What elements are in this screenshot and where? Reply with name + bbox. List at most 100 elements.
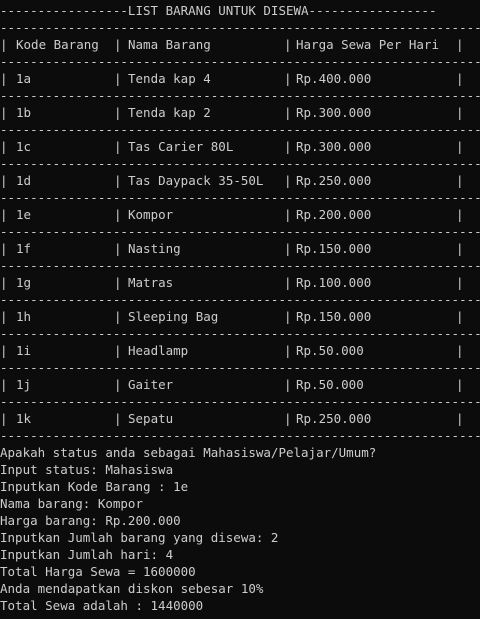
table-row: | 1d | Tas Daypack 35-50L | Rp.250.000 | [0, 172, 480, 189]
table-row: | 1h | Sleeping Bag | Rp.150.000 | [0, 308, 480, 325]
pipe: | [0, 275, 8, 290]
pipe: | [284, 343, 292, 358]
header-kode-barang: Kode Barang [16, 37, 99, 52]
pipe: | [0, 139, 8, 154]
output-line: Harga barang: Rp.200.000 [0, 513, 181, 528]
cell-nama-barang: Sepatu [128, 411, 174, 426]
pipe: | [284, 37, 292, 52]
output-line: Inputkan Kode Barang : 1e [0, 479, 189, 494]
cell-harga-sewa: Rp.300.000 [296, 105, 372, 120]
cell-nama-barang: Tas Carier 80L [128, 139, 234, 154]
cell-harga-sewa: Rp.200.000 [296, 207, 372, 222]
pipe: | [456, 309, 464, 324]
row-separator: ----------------------------------------… [0, 156, 480, 171]
pipe: | [114, 173, 122, 188]
row-separator: ----------------------------------------… [0, 88, 480, 103]
pipe: | [456, 377, 464, 392]
pipe: | [456, 411, 464, 426]
output-line: Total Sewa adalah : 1440000 [0, 598, 204, 613]
pipe: | [456, 71, 464, 86]
pipe: | [114, 275, 122, 290]
table-header-row: | Kode Barang | Nama Barang | Harga Sewa… [0, 36, 480, 53]
pipe: | [284, 241, 292, 256]
pipe: | [114, 343, 122, 358]
pipe: | [456, 173, 464, 188]
cell-kode-barang: 1i [16, 343, 32, 358]
cell-harga-sewa: Rp.250.000 [296, 173, 372, 188]
cell-harga-sewa: Rp.150.000 [296, 309, 372, 324]
cell-kode-barang: 1e [16, 207, 32, 222]
pipe: | [456, 343, 464, 358]
pipe: | [456, 275, 464, 290]
table-row: | 1c | Tas Carier 80L | Rp.300.000 | [0, 138, 480, 155]
cell-harga-sewa: Rp.250.000 [296, 411, 372, 426]
list-title: -----------------LIST BARANG UNTUK DISEW… [0, 3, 437, 18]
cell-kode-barang: 1k [16, 411, 32, 426]
pipe: | [114, 37, 122, 52]
pipe: | [0, 411, 8, 426]
cell-nama-barang: Sleeping Bag [128, 309, 219, 324]
output-line: Total Harga Sewa = 1600000 [0, 564, 196, 579]
console-window[interactable]: -----------------LIST BARANG UNTUK DISEW… [0, 0, 480, 619]
cell-kode-barang: 1j [16, 377, 32, 392]
header-top-separator: ----------------------------------------… [0, 20, 480, 35]
pipe: | [456, 139, 464, 154]
cell-nama-barang: Kompor [128, 207, 174, 222]
pipe: | [0, 309, 8, 324]
pipe: | [0, 207, 8, 222]
cell-harga-sewa: Rp.150.000 [296, 241, 372, 256]
table-row: | 1k | Sepatu | Rp.250.000 | [0, 410, 480, 427]
row-separator: ----------------------------------------… [0, 326, 480, 341]
pipe: | [284, 139, 292, 154]
table-row: | 1e | Kompor | Rp.200.000 | [0, 206, 480, 223]
header-nama-barang: Nama Barang [128, 37, 211, 52]
cell-nama-barang: Tenda kap 2 [128, 105, 211, 120]
pipe: | [284, 275, 292, 290]
pipe: | [456, 105, 464, 120]
cell-kode-barang: 1g [16, 275, 32, 290]
pipe: | [114, 139, 122, 154]
pipe: | [456, 241, 464, 256]
output-line: Anda mendapatkan diskon sebesar 10% [0, 581, 264, 596]
cell-nama-barang: Matras [128, 275, 174, 290]
output-line: Nama barang: Kompor [0, 496, 143, 511]
table-row: | 1i | Headlamp | Rp.50.000 | [0, 342, 480, 359]
pipe: | [0, 241, 8, 256]
pipe: | [114, 207, 122, 222]
cell-kode-barang: 1a [16, 71, 32, 86]
cell-kode-barang: 1f [16, 241, 32, 256]
row-separator: ----------------------------------------… [0, 394, 480, 409]
header-bottom-separator: ----------------------------------------… [0, 54, 480, 69]
cell-harga-sewa: Rp.400.000 [296, 71, 372, 86]
cell-nama-barang: Headlamp [128, 343, 189, 358]
pipe: | [284, 207, 292, 222]
row-separator: ----------------------------------------… [0, 224, 480, 239]
row-separator: ----------------------------------------… [0, 122, 480, 137]
pipe: | [284, 173, 292, 188]
cell-nama-barang: Nasting [128, 241, 181, 256]
pipe: | [284, 309, 292, 324]
pipe: | [0, 71, 8, 86]
output-line: Apakah status anda sebagai Mahasiswa/Pel… [0, 445, 377, 460]
row-separator: ----------------------------------------… [0, 292, 480, 307]
output-line: Inputkan Jumlah hari: 4 [0, 547, 174, 562]
cell-kode-barang: 1b [16, 105, 32, 120]
cell-nama-barang: Gaiter [128, 377, 174, 392]
cell-harga-sewa: Rp.50.000 [296, 377, 364, 392]
cell-kode-barang: 1c [16, 139, 32, 154]
pipe: | [114, 241, 122, 256]
pipe: | [456, 37, 464, 52]
cell-harga-sewa: Rp.100.000 [296, 275, 372, 290]
pipe: | [114, 377, 122, 392]
pipe: | [284, 105, 292, 120]
cell-harga-sewa: Rp.300.000 [296, 139, 372, 154]
pipe: | [0, 173, 8, 188]
pipe: | [0, 343, 8, 358]
table-row: | 1j | Gaiter | Rp.50.000 | [0, 376, 480, 393]
pipe: | [0, 105, 8, 120]
pipe: | [284, 411, 292, 426]
row-separator: ----------------------------------------… [0, 360, 480, 375]
pipe: | [114, 105, 122, 120]
cell-nama-barang: Tas Daypack 35-50L [128, 173, 264, 188]
table-row: | 1a | Tenda kap 4 | Rp.400.000 | [0, 70, 480, 87]
